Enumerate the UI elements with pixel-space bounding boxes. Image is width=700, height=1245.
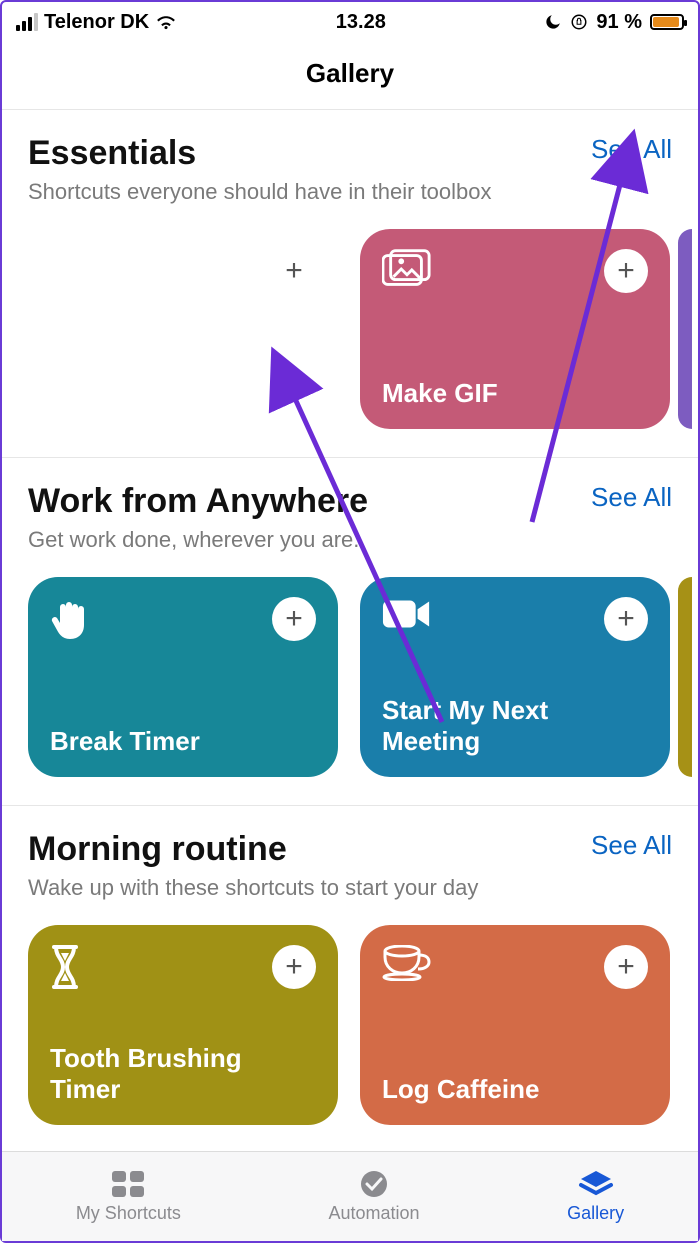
section-title: Morning routine <box>28 830 287 869</box>
status-left: Telenor DK <box>16 11 177 34</box>
card-peek[interactable] <box>678 577 692 777</box>
add-button[interactable]: + <box>272 945 316 989</box>
shortcut-card-start-my-next-meeting[interactable]: + Start My Next Meeting <box>360 577 670 777</box>
signal-icon <box>16 13 38 31</box>
card-label: Tooth Brushing Timer <box>50 1043 316 1105</box>
tab-gallery[interactable]: Gallery <box>567 1169 624 1224</box>
tab-label: Gallery <box>567 1203 624 1224</box>
add-button[interactable]: + <box>604 945 648 989</box>
section-subtitle: Shortcuts everyone should have in their … <box>28 179 672 205</box>
see-all-link[interactable]: See All <box>591 830 672 861</box>
see-all-link[interactable]: See All <box>591 482 672 513</box>
cup-icon <box>382 945 432 995</box>
keyboard-icon <box>50 249 100 299</box>
add-button[interactable]: + <box>272 597 316 641</box>
clock-check-icon <box>356 1169 392 1199</box>
section-essentials: Essentials See All Shortcuts everyone sh… <box>2 110 698 458</box>
card-label: Make GIF <box>382 378 648 409</box>
card-label: Start My Next Meeting <box>382 695 648 757</box>
shortcut-card-make-gif[interactable]: + Make GIF <box>360 229 670 429</box>
card-label: Break Timer <box>50 726 316 757</box>
shortcut-card-tooth-brushing-timer[interactable]: + Tooth Brushing Timer <box>28 925 338 1125</box>
video-icon <box>382 597 432 647</box>
layers-icon <box>578 1169 614 1199</box>
section-subtitle: Get work done, wherever you are. <box>28 527 672 553</box>
section-title: Essentials <box>28 134 196 173</box>
card-label: Create Meeting Note <box>50 378 316 409</box>
section-subtitle: Wake up with these shortcuts to start yo… <box>28 875 672 901</box>
photos-icon <box>382 249 432 299</box>
card-label: Log Caffeine <box>382 1074 648 1105</box>
add-button[interactable]: + <box>604 597 648 641</box>
see-all-link[interactable]: See All <box>591 134 672 165</box>
shortcut-card-log-caffeine[interactable]: + Log Caffeine <box>360 925 670 1125</box>
status-time: 13.28 <box>336 11 386 34</box>
page-title: Gallery <box>2 42 698 110</box>
moon-icon <box>544 13 562 31</box>
wifi-icon <box>155 14 177 30</box>
battery-percent: 91 % <box>596 11 642 34</box>
section-title: Work from Anywhere <box>28 482 368 521</box>
add-button[interactable]: + <box>604 249 648 293</box>
status-bar: Telenor DK 13.28 91 % <box>2 2 698 42</box>
tab-my-shortcuts[interactable]: My Shortcuts <box>76 1169 181 1224</box>
section-morning-routine: Morning routine See All Wake up with the… <box>2 806 698 1125</box>
section-work-from-anywhere: Work from Anywhere See All Get work done… <box>2 458 698 806</box>
shortcut-card-break-timer[interactable]: + Break Timer <box>28 577 338 777</box>
tab-bar: My Shortcuts Automation Gallery <box>2 1151 698 1241</box>
orientation-lock-icon <box>570 13 588 31</box>
tab-label: My Shortcuts <box>76 1203 181 1224</box>
carrier-label: Telenor DK <box>44 11 149 34</box>
tab-label: Automation <box>328 1203 419 1224</box>
hourglass-icon <box>50 945 100 995</box>
battery-icon <box>650 14 684 30</box>
status-right: 91 % <box>544 11 684 34</box>
add-button[interactable]: + <box>272 249 316 293</box>
shortcut-card-create-meeting-note[interactable]: + Create Meeting Note <box>28 229 338 429</box>
card-peek[interactable] <box>678 229 692 429</box>
grid-icon <box>110 1169 146 1199</box>
tab-automation[interactable]: Automation <box>328 1169 419 1224</box>
hand-icon <box>50 597 100 647</box>
